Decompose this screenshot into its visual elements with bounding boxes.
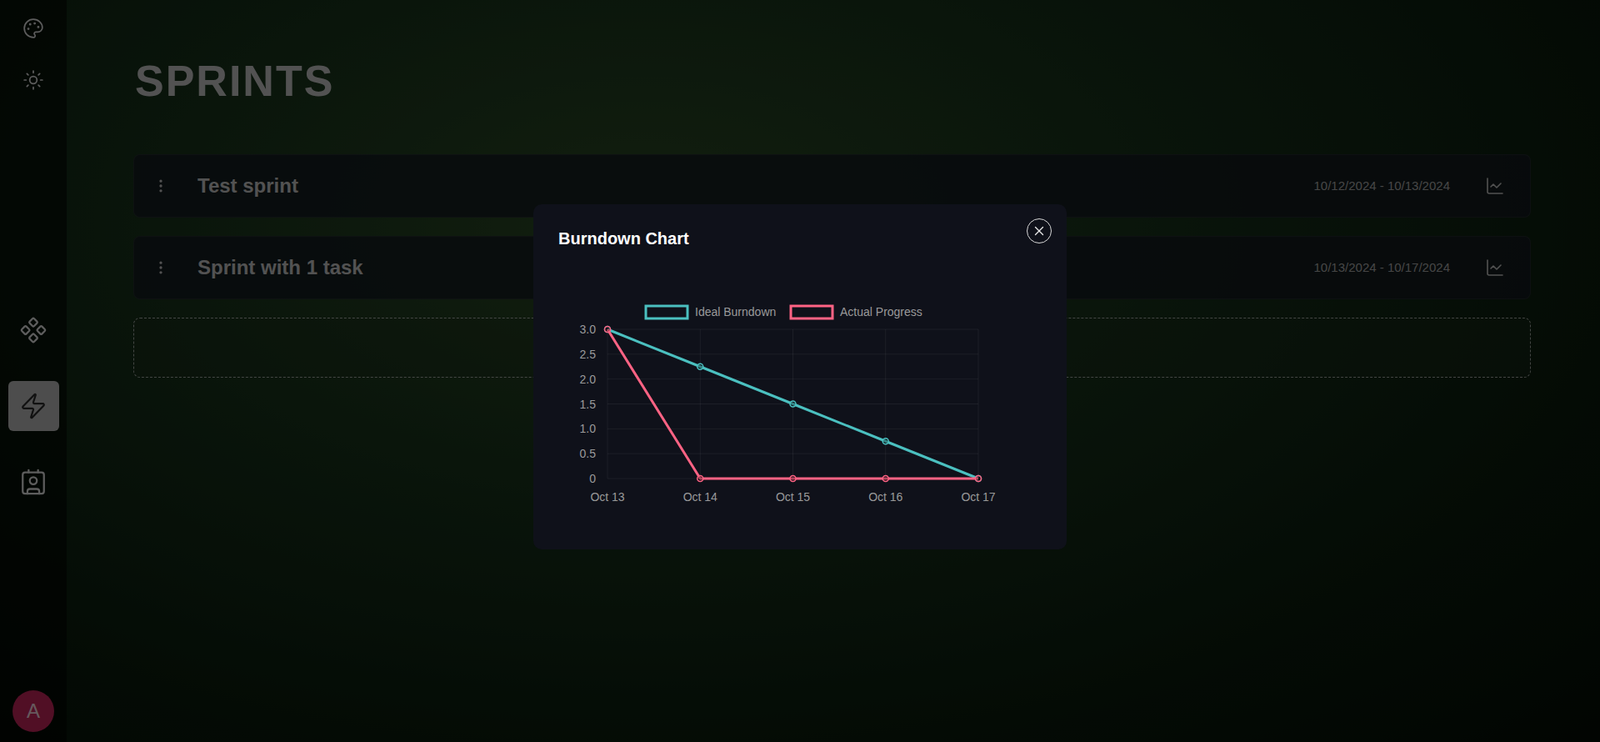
- x-label: Oct 17: [960, 490, 995, 504]
- grid-line: [607, 329, 609, 479]
- legend-swatch: [790, 305, 833, 319]
- app-screen: ASPRINTSTest sprint10/12/2024 - 10/13/20…: [0, 0, 1600, 742]
- close-button[interactable]: [1026, 218, 1052, 244]
- y-tick: 0.5: [580, 446, 597, 460]
- legend-item[interactable]: Actual Progress: [790, 305, 923, 319]
- dialog-header: Burndown Chart: [558, 214, 1052, 249]
- series-point[interactable]: [790, 400, 796, 407]
- legend-swatch: [645, 305, 688, 319]
- y-tick: 0: [589, 471, 596, 485]
- x-label: Oct 16: [868, 490, 903, 504]
- chart-series: [605, 325, 982, 481]
- y-tick: 2.5: [580, 346, 597, 360]
- grid-line: [885, 329, 886, 479]
- series-line: [607, 329, 979, 479]
- legend-label: Ideal Burndown: [695, 305, 776, 319]
- x-label: Oct 14: [683, 490, 718, 504]
- series-point[interactable]: [697, 363, 704, 370]
- chart-legend: Ideal Burndown Actual Progress: [645, 305, 923, 319]
- series-point[interactable]: [790, 475, 796, 481]
- burndown-dialog: Burndown Chart Ideal Burndown Actual Progr…: [533, 204, 1067, 550]
- series-line: [607, 329, 979, 479]
- chart-series: [605, 325, 982, 481]
- series-point[interactable]: [605, 325, 611, 332]
- series-point[interactable]: [882, 475, 889, 481]
- legend-label: Actual Progress: [840, 305, 923, 319]
- close-icon: [1031, 223, 1047, 239]
- modal-overlay[interactable]: Burndown Chart Ideal Burndown Actual Progr…: [0, 0, 1600, 742]
- y-tick: 3.0: [580, 322, 597, 336]
- x-label: Oct 15: [775, 490, 810, 504]
- y-tick: 2.0: [580, 371, 597, 385]
- series-point[interactable]: [975, 475, 982, 481]
- series-point[interactable]: [975, 475, 982, 481]
- grid-line: [700, 329, 701, 479]
- burndown-chart: Ideal Burndown Actual Progress 3.0 2.5 2.0 1.…: [558, 277, 1042, 520]
- y-tick: 1.0: [580, 421, 597, 435]
- legend-item[interactable]: Ideal Burndown: [645, 305, 776, 319]
- series-point[interactable]: [882, 437, 889, 444]
- x-label: Oct 13: [590, 490, 625, 504]
- dialog-title: Burndown Chart: [558, 229, 690, 249]
- grid-line: [978, 329, 980, 479]
- series-point[interactable]: [605, 325, 611, 332]
- series-point[interactable]: [697, 475, 704, 481]
- y-tick: 1.5: [580, 396, 597, 410]
